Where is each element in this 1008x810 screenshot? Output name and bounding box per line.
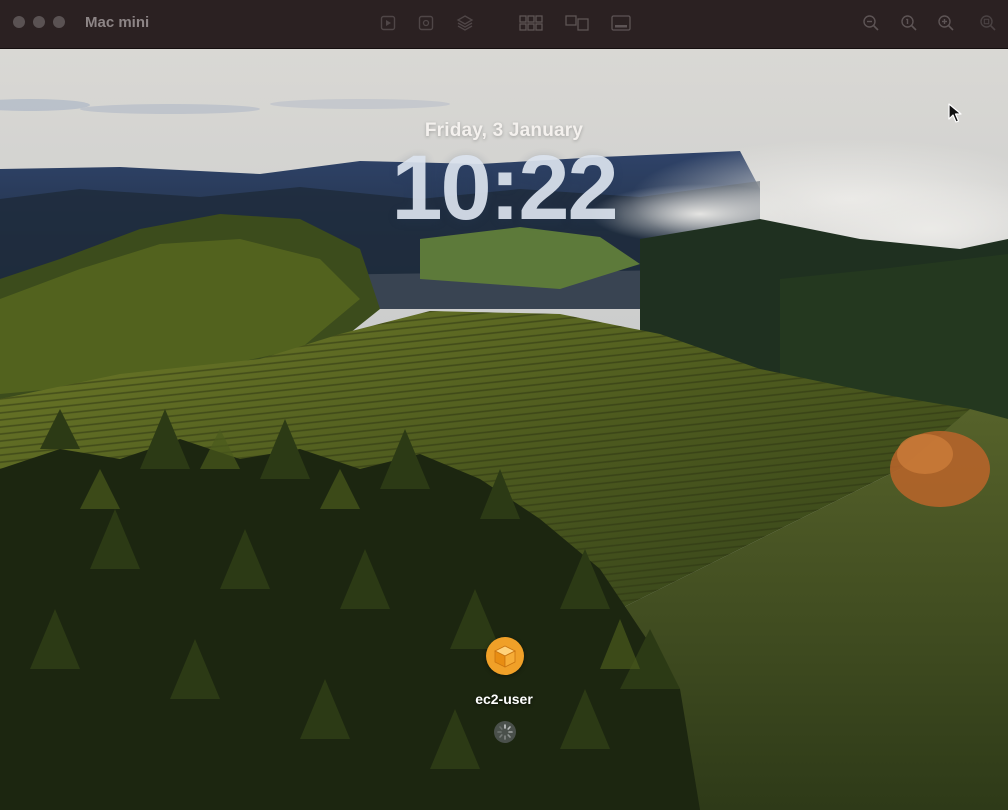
close-window-button[interactable] bbox=[13, 16, 25, 28]
mouse-pointer-icon bbox=[948, 103, 962, 128]
play-icon[interactable] bbox=[378, 12, 398, 34]
lockscreen-clock: 10:22 bbox=[391, 137, 618, 239]
grid-view-icon[interactable] bbox=[519, 12, 543, 34]
zoom-fit-icon[interactable] bbox=[978, 12, 998, 34]
loading-spinner-icon bbox=[494, 721, 516, 743]
split-view-icon[interactable] bbox=[565, 12, 589, 34]
package-box-icon bbox=[494, 645, 516, 668]
zoom-actual-icon[interactable] bbox=[899, 12, 919, 34]
minimize-window-button[interactable] bbox=[33, 16, 45, 28]
zoom-out-icon[interactable] bbox=[861, 12, 881, 34]
fullscreen-icon[interactable] bbox=[610, 12, 632, 34]
user-name[interactable]: ec2-user bbox=[0, 691, 1008, 707]
user-avatar[interactable] bbox=[486, 637, 524, 675]
screenshot-icon[interactable] bbox=[416, 12, 436, 34]
window-title: Mac mini bbox=[85, 14, 150, 31]
zoom-window-button[interactable] bbox=[53, 16, 65, 28]
zoom-in-icon[interactable] bbox=[936, 12, 956, 34]
window-titlebar: Mac mini bbox=[0, 0, 1008, 49]
layers-icon[interactable] bbox=[455, 12, 475, 34]
